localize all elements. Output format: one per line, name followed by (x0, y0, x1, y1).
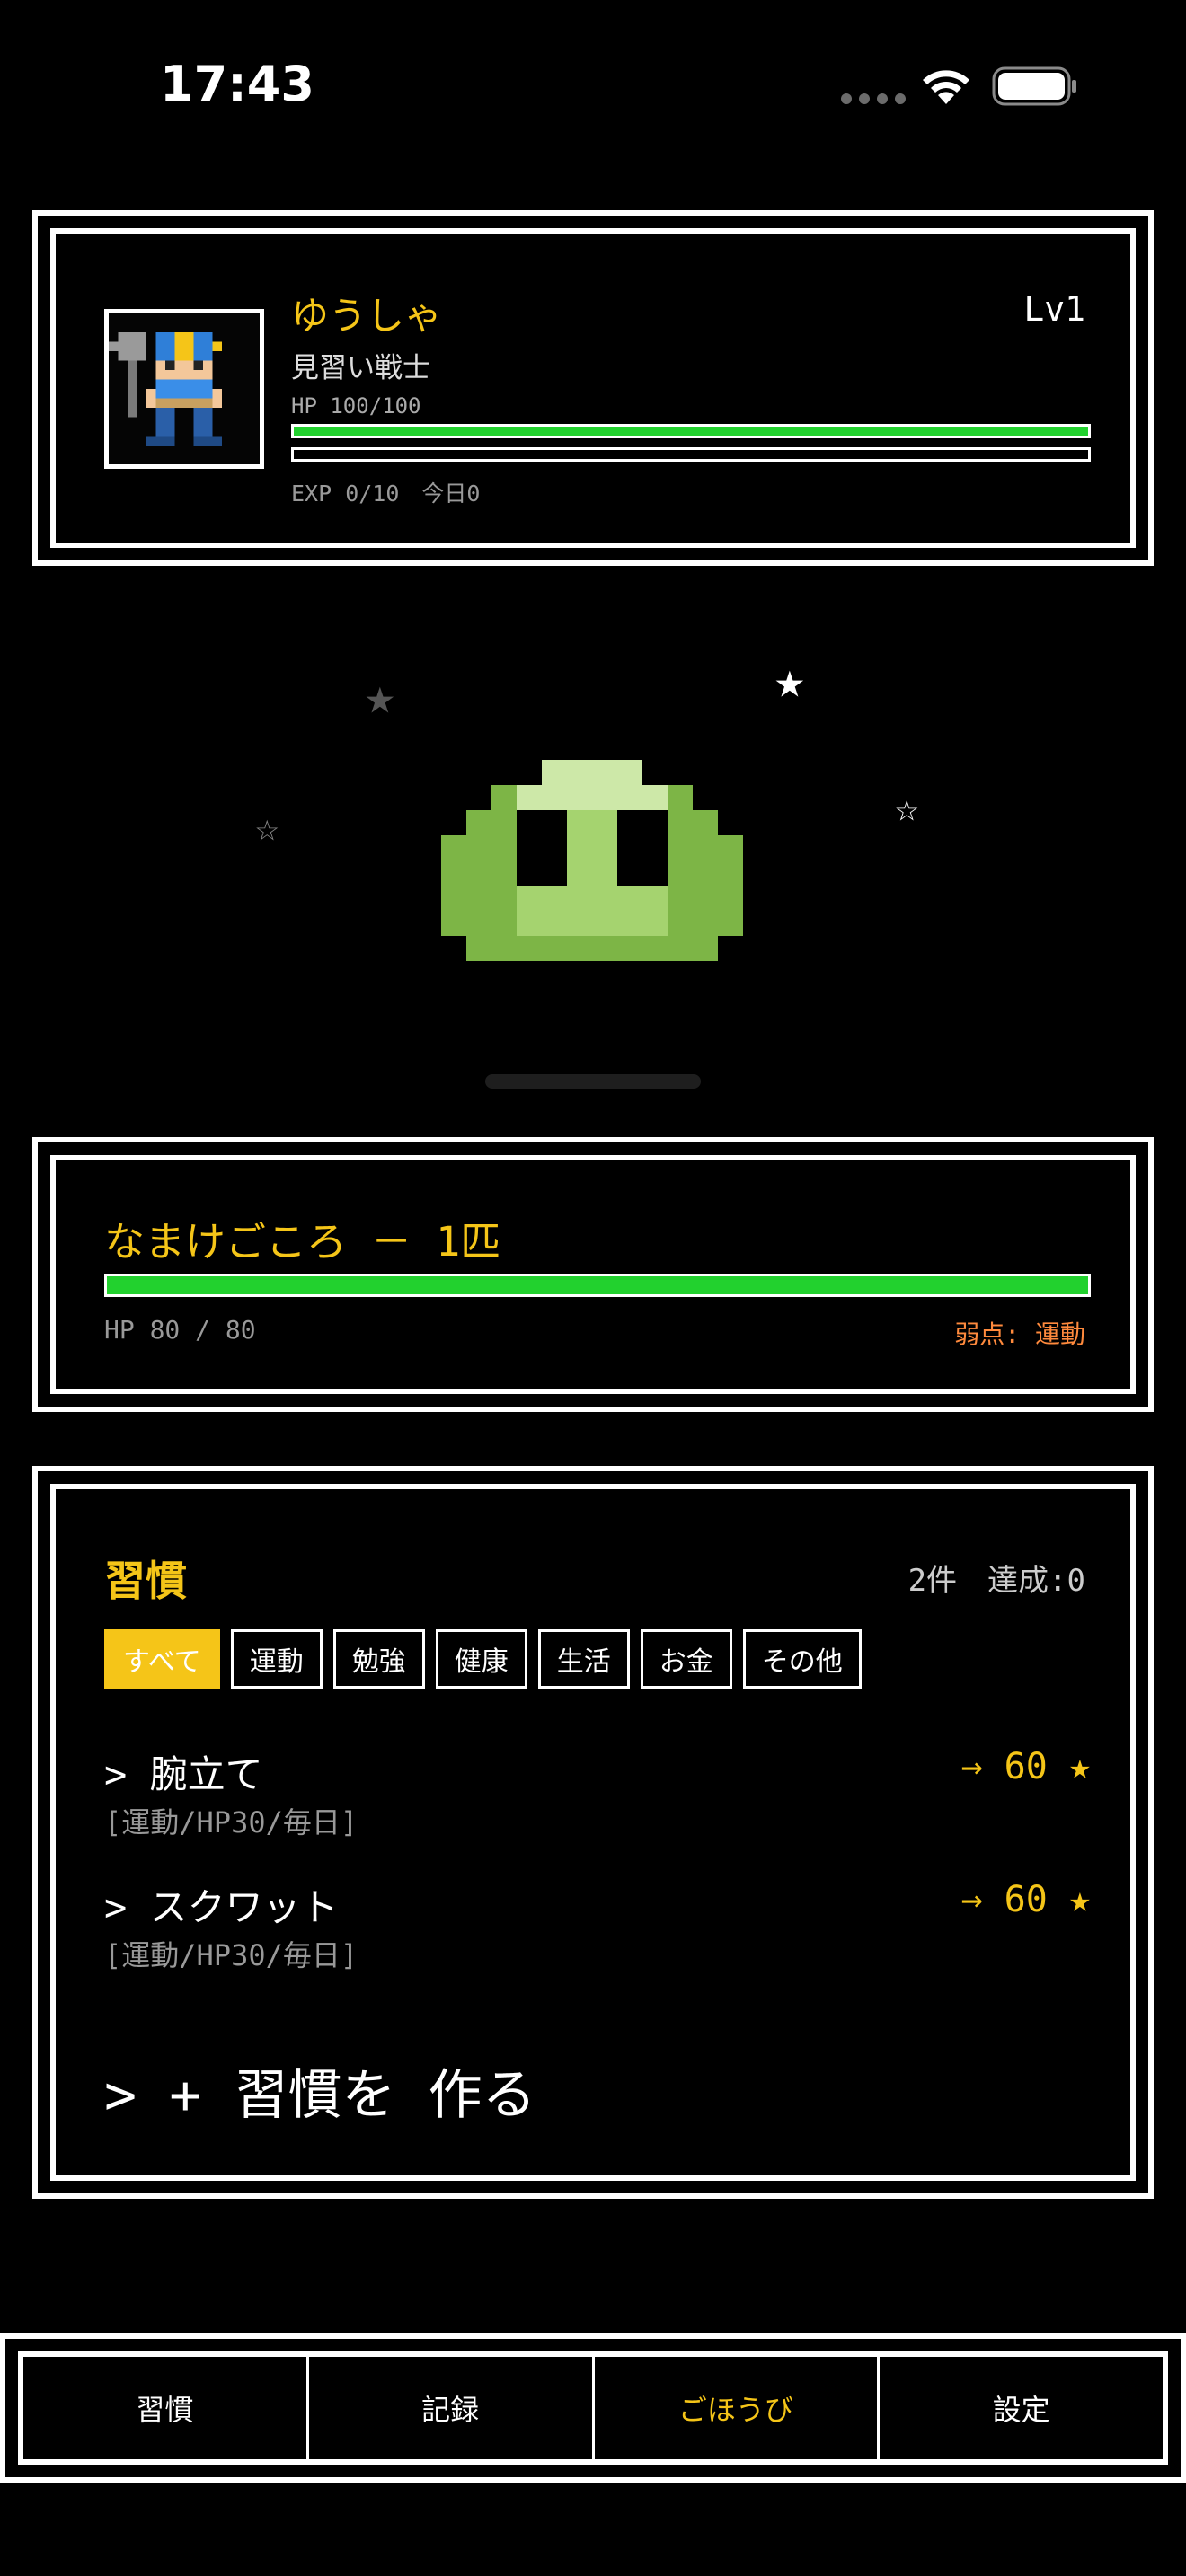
nav-habits[interactable]: 習慣 (23, 2357, 309, 2459)
habit-item[interactable]: > 腕立て [運動/HP30/毎日] → 60 ★ (104, 1744, 1091, 1843)
filter-life[interactable]: 生活 (537, 1629, 630, 1689)
bottom-nav: 習慣 記録 ごほうび 設定 (0, 2333, 1186, 2483)
filter-study[interactable]: 勉強 (332, 1629, 425, 1689)
hero-exp-text: EXP 0/10 今日0 (291, 481, 481, 507)
habit-tags: [運動/HP30/毎日] (104, 1938, 358, 1972)
hero-hp-fill (294, 427, 1088, 436)
hero-hp-label: HP 100/100 (291, 393, 421, 419)
filter-other[interactable]: その他 (742, 1629, 862, 1689)
nav-settings[interactable]: 設定 (880, 2357, 1163, 2459)
habit-name: > 腕立て (104, 1752, 263, 1796)
star-icon: ★ (365, 667, 395, 726)
habit-item[interactable]: > スクワット [運動/HP30/毎日] → 60 ★ (104, 1877, 1091, 1976)
hero-level: Lv1 (1023, 289, 1085, 329)
hero-class: 見習い戦士 (291, 352, 430, 384)
hero-exp-bar (291, 447, 1091, 462)
hero-name: ゆうしゃ (291, 294, 443, 338)
create-habit-button[interactable]: > + 習慣を 作る (104, 2051, 536, 2130)
nav-records[interactable]: 記録 (309, 2357, 595, 2459)
nav-rewards[interactable]: ごほうび (595, 2357, 881, 2459)
category-filters: すべて 運動 勉強 健康 生活 お金 その他 (104, 1629, 862, 1689)
slime-monster-icon[interactable] (441, 760, 743, 961)
habit-reward[interactable]: → 60 ★ (961, 1746, 1092, 1787)
enemy-name: なまけごころ － 1匹 (104, 1218, 501, 1266)
status-time: 17:43 (160, 56, 314, 112)
habits-title: 習慣 (104, 1557, 187, 1605)
warrior-icon (109, 332, 222, 446)
star-outline-icon: ☆ (255, 805, 279, 851)
enemy-panel: なまけごころ － 1匹 HP 80 / 80 弱点: 運動 (32, 1137, 1154, 1412)
slime-shadow (485, 1074, 701, 1089)
habit-name: > スクワット (104, 1885, 339, 1929)
filter-money[interactable]: お金 (640, 1629, 732, 1689)
habit-tags: [運動/HP30/毎日] (104, 1805, 358, 1839)
battery-icon (992, 66, 1076, 106)
hero-avatar[interactable] (104, 309, 264, 469)
hero-hp-bar (291, 424, 1091, 438)
enemy-hp-bar (104, 1274, 1091, 1297)
enemy-hp-text: HP 80 / 80 (104, 1315, 256, 1345)
filter-health[interactable]: 健康 (435, 1629, 527, 1689)
filter-exercise[interactable]: 運動 (230, 1629, 323, 1689)
wifi-icon (923, 70, 969, 104)
signal-icon (841, 93, 906, 104)
habit-reward[interactable]: → 60 ★ (961, 1879, 1092, 1920)
habits-panel: 習慣 2件 達成:0 すべて 運動 勉強 健康 生活 お金 その他 > 腕立て … (32, 1466, 1154, 2199)
star-outline-icon: ☆ (895, 785, 919, 831)
enemy-hp-fill (107, 1276, 1088, 1294)
filter-all[interactable]: すべて (104, 1629, 220, 1689)
habits-meta: 2件 達成:0 (907, 1563, 1085, 1599)
star-icon: ★ (774, 651, 805, 710)
enemy-weakness: 弱点: 運動 (954, 1319, 1085, 1349)
hero-panel: ゆうしゃ Lv1 見習い戦士 HP 100/100 EXP 0/10 今日0 (32, 210, 1154, 566)
